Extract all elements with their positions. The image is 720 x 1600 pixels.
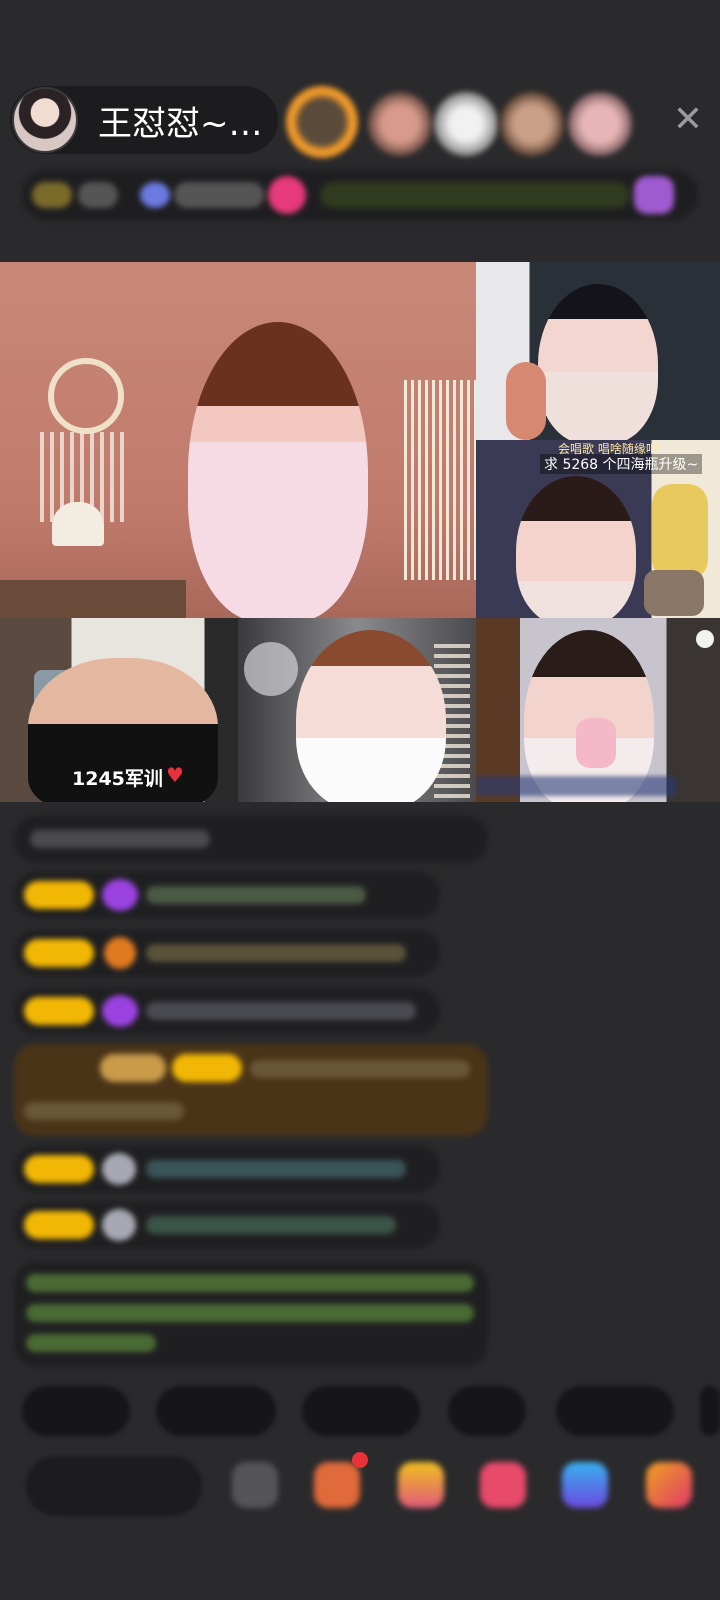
dreamcatcher-decor [48, 358, 124, 434]
share-icon[interactable] [562, 1462, 608, 1508]
tile-overlay-goal: 求 5268 个四海瓶升级~ [540, 454, 703, 474]
host-avatar[interactable] [12, 87, 78, 153]
chat-message[interactable] [14, 1146, 440, 1192]
close-icon[interactable]: ✕ [668, 100, 708, 140]
emoji-icon[interactable] [232, 1462, 278, 1508]
top-viewer-avatar-3[interactable] [434, 92, 498, 156]
quick-reply-button-1[interactable] [22, 1386, 130, 1436]
quick-reply-button-5[interactable] [556, 1386, 674, 1436]
guest-video-tile-1[interactable] [476, 262, 720, 440]
chat-input[interactable] [26, 1456, 202, 1516]
notification-dot [352, 1452, 368, 1468]
host-name: 王怼怼~… [98, 103, 263, 144]
tile-name-badge: 1245军训 [72, 768, 163, 790]
quick-reply-button-4[interactable] [448, 1386, 526, 1436]
main-video-tile[interactable] [0, 262, 476, 618]
table-lamp [52, 502, 104, 546]
chat-message-highlight[interactable] [14, 1044, 488, 1136]
room-info-bar[interactable] [22, 170, 698, 220]
chat-message[interactable] [14, 988, 440, 1034]
guest-video-tile-4[interactable] [238, 618, 476, 802]
gift-box-icon[interactable] [314, 1462, 360, 1508]
host-info-pill[interactable]: 王怼怼~… [10, 86, 278, 154]
top-viewer-avatar-2[interactable] [368, 92, 432, 156]
tile-indicator [696, 630, 714, 648]
chat-message-system [14, 816, 488, 862]
treasure-icon[interactable] [398, 1462, 444, 1508]
guest-video-tile-5[interactable] [476, 618, 720, 802]
top-viewer-avatar-1[interactable] [286, 86, 358, 158]
top-viewer-avatar-4[interactable] [500, 92, 564, 156]
heart-icon: ♥ [166, 763, 184, 787]
chat-message[interactable] [14, 872, 440, 918]
guest-video-tile-3[interactable]: 1245军训 ♥ [0, 618, 238, 802]
chat-message-announcement [14, 1262, 488, 1366]
top-viewer-avatar-5[interactable] [568, 92, 632, 156]
macrame-decor [404, 380, 476, 580]
quick-reply-button-2[interactable] [156, 1386, 276, 1436]
quick-reply-button-6[interactable] [700, 1386, 720, 1436]
chat-message[interactable] [14, 1202, 440, 1248]
performer-main [188, 322, 368, 618]
guest-video-tile-2[interactable]: 会唱歌 唱啥随缘吧 求 5268 个四海瓶升级~ [476, 440, 720, 618]
game-icon[interactable] [480, 1462, 526, 1508]
side-table [0, 580, 186, 618]
chat-message[interactable] [14, 930, 440, 976]
quick-reply-button-3[interactable] [302, 1386, 420, 1436]
gift-icon[interactable] [646, 1462, 692, 1508]
